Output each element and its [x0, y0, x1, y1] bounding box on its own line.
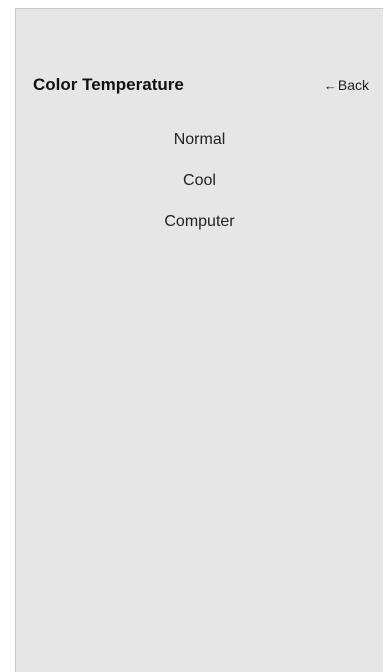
- color-temperature-menu: Normal Cool Computer: [16, 119, 383, 242]
- settings-panel: Color Temperature ← Back Normal Cool Com…: [15, 8, 383, 672]
- menu-item-computer[interactable]: Computer: [148, 201, 250, 242]
- arrow-left-icon: ←: [323, 77, 337, 93]
- panel-header: Color Temperature ← Back: [33, 73, 369, 97]
- back-label: Back: [337, 77, 369, 93]
- menu-item-cool[interactable]: Cool: [167, 160, 232, 201]
- menu-item-normal[interactable]: Normal: [158, 119, 242, 160]
- page-title: Color Temperature: [33, 75, 184, 94]
- back-button[interactable]: ← Back: [324, 77, 369, 93]
